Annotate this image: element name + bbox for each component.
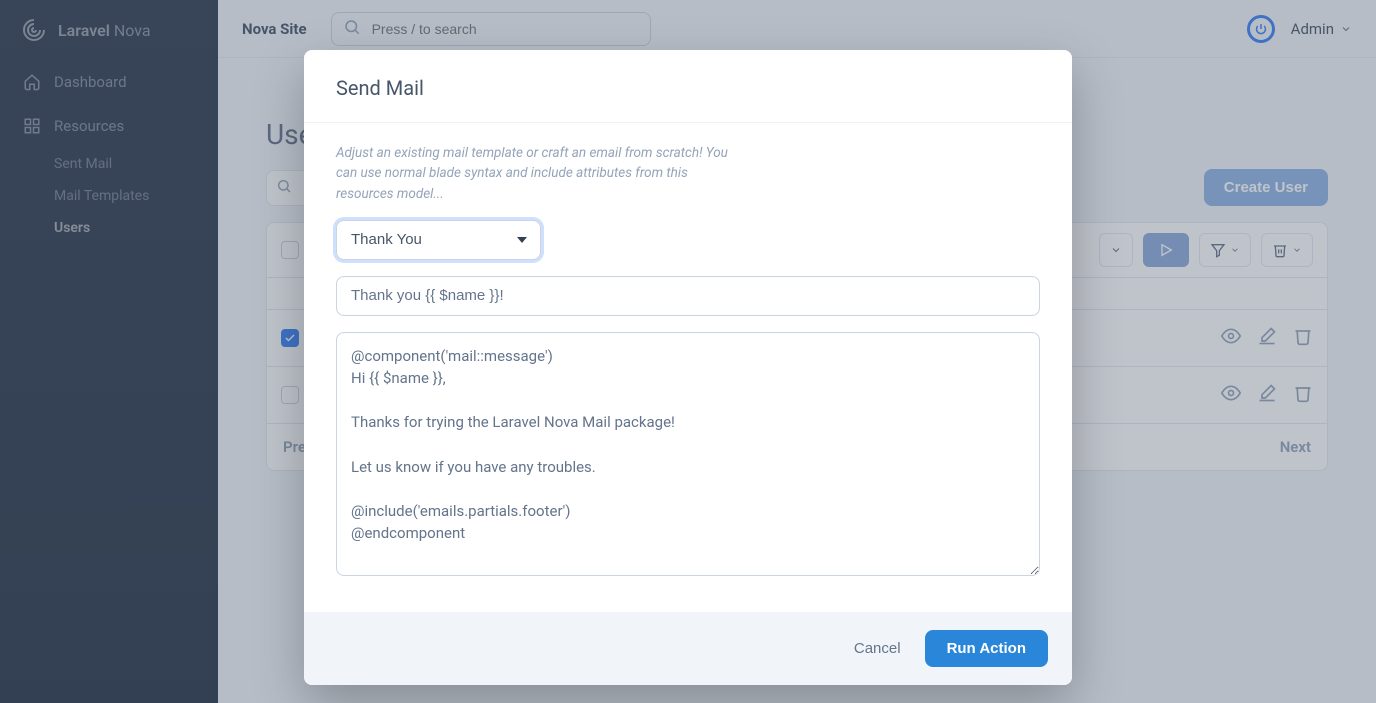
modal-overlay: Send Mail Adjust an existing mail templa…	[0, 0, 1376, 703]
modal-title: Send Mail	[304, 50, 1072, 122]
subject-input[interactable]	[336, 276, 1040, 316]
run-action-button[interactable]: Run Action	[925, 630, 1048, 667]
body-textarea[interactable]	[336, 332, 1040, 576]
template-select[interactable]: Thank You	[336, 220, 541, 260]
modal-help-text: Adjust an existing mail template or craf…	[336, 123, 736, 220]
send-mail-modal: Send Mail Adjust an existing mail templa…	[304, 50, 1072, 685]
cancel-button[interactable]: Cancel	[854, 640, 901, 657]
template-select-wrap[interactable]: Thank You	[336, 220, 541, 260]
